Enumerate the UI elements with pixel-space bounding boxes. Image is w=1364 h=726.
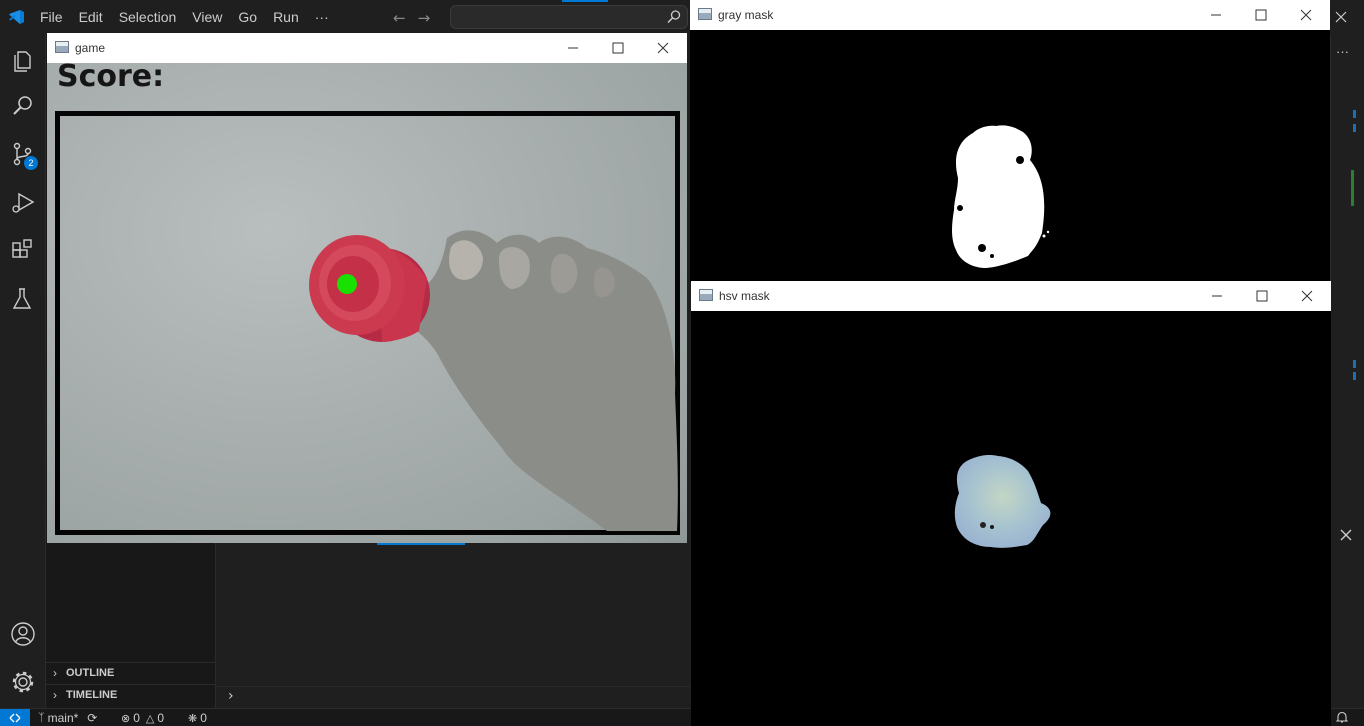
extensions-icon[interactable] <box>9 237 37 265</box>
panel-bar: › <box>216 686 690 708</box>
more-actions-icon[interactable]: ··· <box>1336 44 1349 59</box>
sync-icon[interactable]: ⟳ <box>87 711 97 725</box>
window-app-icon <box>55 41 69 53</box>
branch-status[interactable]: ᛉ main* ⟳ <box>38 711 97 725</box>
window-title: gray mask <box>718 8 774 22</box>
menu-file[interactable]: File <box>32 9 71 25</box>
error-count: 0 <box>133 711 140 725</box>
warning-count: 0 <box>157 711 165 725</box>
settings-gear-icon[interactable] <box>9 668 37 696</box>
search-icon[interactable] <box>9 92 37 120</box>
window-title-bar[interactable]: gray mask <box>690 0 1330 30</box>
remote-icon <box>9 713 21 723</box>
vscode-close-icon[interactable] <box>1335 11 1347 23</box>
problems-status[interactable]: ⊗ 0 △ 0 <box>121 711 164 725</box>
gray-mask-image <box>952 125 1050 268</box>
remote-indicator[interactable] <box>0 709 30 726</box>
search-icon <box>667 10 681 24</box>
accounts-icon[interactable] <box>9 620 37 648</box>
maximize-icon[interactable] <box>610 40 626 56</box>
hsv-mask-image <box>954 455 1051 548</box>
close-icon[interactable] <box>655 40 671 56</box>
branch-label: main* <box>47 711 79 725</box>
error-icon: ⊗ <box>121 712 131 725</box>
timeline-section[interactable]: › TIMELINE <box>46 684 216 706</box>
chevron-right-icon: › <box>53 688 57 702</box>
forward-arrow-icon[interactable]: → <box>418 9 431 27</box>
notifications-bell-icon[interactable] <box>1336 711 1348 724</box>
desktop: File Edit Selection View Go Run ··· ← → <box>0 0 1364 726</box>
menu-run[interactable]: Run <box>265 9 307 25</box>
minimize-icon[interactable] <box>565 40 581 56</box>
minimap-marker <box>1353 110 1356 118</box>
chevron-right-icon: › <box>53 666 57 680</box>
menu-go[interactable]: Go <box>230 9 265 25</box>
menu-edit[interactable]: Edit <box>71 9 111 25</box>
warning-icon: △ <box>145 712 155 725</box>
ports-status[interactable]: ❋ 0 <box>188 711 207 725</box>
game-window: game Score: <box>47 33 687 543</box>
source-control-badge: 2 <box>24 156 38 170</box>
chevron-right-icon[interactable]: › <box>228 688 234 704</box>
ports-count: 0 <box>200 711 207 725</box>
window-title: hsv mask <box>719 289 770 303</box>
camera-scene <box>309 230 678 531</box>
close-icon[interactable] <box>1299 288 1315 304</box>
branch-icon: ᛉ <box>38 712 45 724</box>
menu-view[interactable]: View <box>184 9 230 25</box>
command-center-search[interactable] <box>450 5 688 29</box>
window-title-bar[interactable]: hsv mask <box>691 281 1331 311</box>
broadcast-icon: ❋ <box>188 712 198 725</box>
window-app-icon <box>699 289 713 301</box>
testing-icon[interactable] <box>9 285 37 313</box>
explorer-icon[interactable] <box>9 46 37 74</box>
minimap-marker <box>1351 170 1354 206</box>
hsv-mask-window: hsv mask <box>691 281 1331 726</box>
run-debug-icon[interactable] <box>9 188 37 216</box>
vscode-logo-icon <box>9 10 24 24</box>
timeline-label: TIMELINE <box>66 689 118 701</box>
minimap-marker <box>1353 372 1356 380</box>
minimize-icon[interactable] <box>1208 7 1224 23</box>
gray-mask-window: gray mask <box>690 0 1330 282</box>
window-app-icon <box>698 8 712 20</box>
minimap-marker <box>1353 360 1356 368</box>
outline-label: OUTLINE <box>66 667 115 679</box>
tab-focus-indicator <box>377 543 465 545</box>
navigation-arrows: ← → <box>393 9 430 27</box>
minimap-strip: ··· <box>1330 34 1364 708</box>
window-title: game <box>75 41 106 55</box>
minimize-icon[interactable] <box>1209 288 1225 304</box>
camera-feed: Score: <box>47 59 687 543</box>
close-panel-icon[interactable] <box>1340 529 1352 541</box>
maximize-icon[interactable] <box>1253 7 1269 23</box>
outline-section[interactable]: › OUTLINE <box>46 662 216 684</box>
menu-more[interactable]: ··· <box>307 9 337 25</box>
menu-bar: File Edit Selection View Go Run ··· <box>32 0 337 34</box>
title-accent-line <box>562 0 608 2</box>
activity-bar: 2 <box>0 34 46 708</box>
minimap-marker <box>1353 124 1356 132</box>
maximize-icon[interactable] <box>1254 288 1270 304</box>
menu-selection[interactable]: Selection <box>111 9 185 25</box>
back-arrow-icon[interactable]: ← <box>393 9 406 27</box>
close-icon[interactable] <box>1298 7 1314 23</box>
